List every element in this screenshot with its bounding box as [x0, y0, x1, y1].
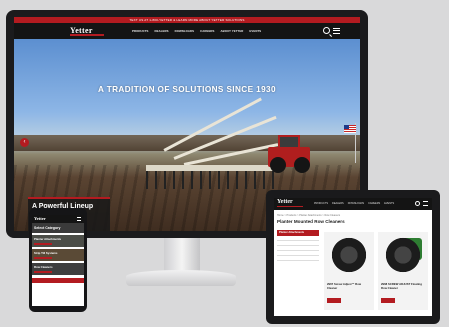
tablet-nav-careers[interactable]: CAREERS — [368, 202, 380, 205]
row-cleaner-image — [382, 236, 424, 274]
main-navbar: Yetter PRODUCTS DEALERS DOWNLOADS CAREER… — [14, 23, 360, 39]
product-details-button[interactable] — [381, 298, 395, 303]
sidebar-item[interactable] — [277, 256, 319, 261]
phone-category-item[interactable]: Strip Till Systems — [32, 249, 84, 261]
nav-item-downloads[interactable]: DOWNLOADS — [175, 29, 195, 33]
phone-category-accent — [34, 271, 52, 273]
tablet-nav-downloads[interactable]: DOWNLOADS — [348, 202, 364, 205]
nav-item-products[interactable]: PRODUCTS — [132, 29, 149, 33]
phone-category-item[interactable]: Row Cleaners — [32, 263, 84, 275]
us-flag-icon — [344, 125, 356, 133]
category-sidebar: Planter Attachments — [277, 230, 319, 261]
phone-category-label: Row Cleaners — [34, 265, 53, 269]
toolbar-tines — [146, 171, 276, 189]
nav-item-about[interactable]: ABOUT YETTER — [221, 29, 244, 33]
product-name: 2968 SCREW ADJUST Floating Row Cleaner — [381, 282, 422, 290]
carousel-prev-button[interactable]: ‹ — [20, 138, 29, 147]
tablet-nav-events[interactable]: EVENTS — [384, 202, 394, 205]
tablet-navbar: Yetter PRODUCTS DEALERS DOWNLOADS CAREER… — [274, 198, 432, 210]
product-card[interactable]: 2967 Screw Adjust™ Row Cleaner — [324, 232, 374, 310]
tablet-yetter-logo[interactable]: Yetter — [277, 199, 293, 205]
tablet-device: Yetter PRODUCTS DEALERS DOWNLOADS CAREER… — [266, 190, 440, 324]
phone-category-title: Select Category — [34, 226, 61, 230]
tablet-screen: Yetter PRODUCTS DEALERS DOWNLOADS CAREER… — [274, 198, 432, 316]
mobile-phone: Yetter Select Category Planter Attachmen… — [29, 208, 87, 312]
page-title: Planter Mounted Row Cleaners — [277, 219, 345, 224]
hamburger-menu-icon[interactable] — [333, 28, 340, 34]
product-details-button[interactable] — [327, 298, 341, 303]
phone-screen: Yetter Select Category Planter Attachmen… — [32, 215, 84, 306]
row-cleaner-image — [328, 236, 370, 274]
phone-category-label: Planter Attachments — [34, 237, 62, 241]
phone-navbar: Yetter — [32, 215, 84, 223]
tablet-nav-links: PRODUCTS DEALERS DOWNLOADS CAREERS EVENT… — [314, 202, 394, 205]
phone-menu-icon[interactable] — [77, 217, 81, 221]
tablet-nav-dealers[interactable]: DEALERS — [332, 202, 344, 205]
tablet-nav-products[interactable]: PRODUCTS — [314, 202, 328, 205]
phone-footer-bar — [32, 278, 84, 283]
nav-item-careers[interactable]: CAREERS — [200, 29, 214, 33]
product-name: 2967 Screw Adjust™ Row Cleaner — [327, 282, 362, 290]
monitor-stand-neck — [164, 238, 200, 274]
tablet-menu-icon[interactable] — [423, 201, 428, 206]
tablet-search-icon[interactable] — [415, 201, 420, 206]
phone-category-accent — [34, 257, 52, 259]
phone-category-header: Select Category — [32, 223, 84, 233]
nav-item-events[interactable]: EVENTS — [249, 29, 261, 33]
tractor-wheel — [270, 157, 286, 173]
tractor-wheel — [294, 157, 310, 173]
phone-category-label: Strip Till Systems — [34, 251, 58, 255]
phone-category-accent — [34, 243, 52, 245]
breadcrumb[interactable]: Home > Products > Planter Attachments > … — [277, 214, 429, 217]
search-icon[interactable] — [323, 27, 330, 34]
tablet-logo-underline — [277, 206, 303, 208]
hero-title: A TRADITION OF SOLUTIONS SINCE 1930 — [98, 85, 276, 94]
phone-yetter-logo[interactable]: Yetter — [34, 216, 46, 221]
product-card[interactable]: 2968 SCREW ADJUST Floating Row Cleaner — [378, 232, 428, 310]
logo-underline — [70, 34, 104, 36]
monitor-stand-base — [126, 270, 236, 286]
nav-menu: PRODUCTS DEALERS DOWNLOADS CAREERS ABOUT… — [132, 29, 261, 33]
phone-category-item[interactable]: Planter Attachments — [32, 235, 84, 247]
nav-item-dealers[interactable]: DEALERS — [155, 29, 169, 33]
